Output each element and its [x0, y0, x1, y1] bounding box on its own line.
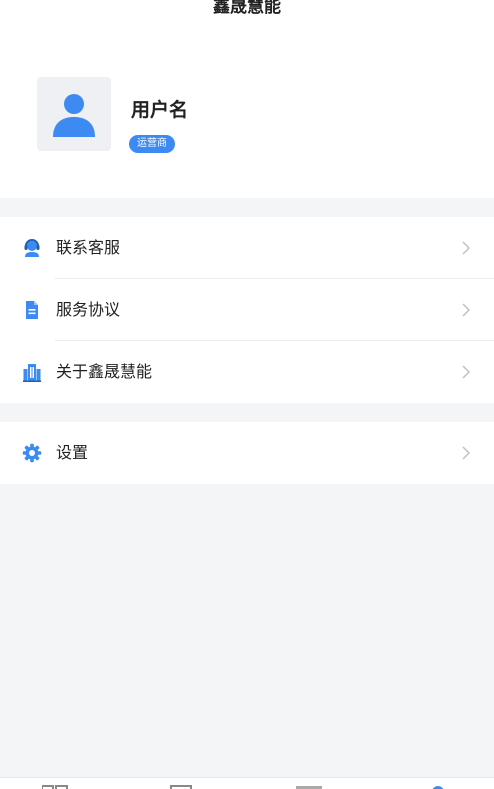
profile-header: 鑫晟慧能 用户名 运营商	[0, 0, 494, 198]
card-icon	[296, 786, 322, 789]
chevron-right-icon	[462, 446, 471, 460]
avatar[interactable]	[37, 77, 111, 151]
role-badge: 运营商	[129, 135, 175, 153]
headset-icon	[22, 238, 42, 258]
menu-label-customer-service: 联系客服	[56, 238, 121, 257]
chevron-right-icon	[462, 303, 471, 317]
menu-label-service-agreement: 服务协议	[56, 300, 121, 319]
profile-page: 鑫晟慧能 用户名 运营商 联系客服 服务协议 关于鑫晟慧能 设置	[0, 0, 494, 789]
menu-group-settings: 设置	[0, 422, 494, 484]
tab-home[interactable]	[42, 784, 68, 789]
tab-profile[interactable]	[430, 784, 446, 789]
document-icon	[22, 300, 42, 320]
document-outline-icon	[170, 785, 192, 789]
user-icon	[432, 786, 444, 789]
menu-item-settings[interactable]: 设置	[0, 422, 494, 484]
username: 用户名	[131, 99, 189, 121]
tab-orders[interactable]	[170, 784, 192, 789]
menu-group-info: 联系客服 服务协议 关于鑫晟慧能	[0, 217, 494, 403]
menu-item-service-agreement[interactable]: 服务协议	[0, 279, 494, 341]
menu-item-customer-service[interactable]: 联系客服	[0, 217, 494, 279]
menu-label-about: 关于鑫晟慧能	[56, 362, 153, 381]
grid-icon	[42, 785, 68, 789]
tab-wallet[interactable]	[296, 784, 326, 789]
menu-label-settings: 设置	[56, 443, 89, 462]
page-title: 鑫晟慧能	[213, 0, 281, 17]
gear-icon	[22, 443, 42, 463]
chevron-right-icon	[462, 241, 471, 255]
menu-item-about[interactable]: 关于鑫晟慧能	[0, 341, 494, 403]
chevron-right-icon	[462, 365, 471, 379]
bottom-tab-bar	[0, 777, 494, 789]
building-icon	[22, 362, 42, 382]
user-icon	[53, 94, 95, 137]
